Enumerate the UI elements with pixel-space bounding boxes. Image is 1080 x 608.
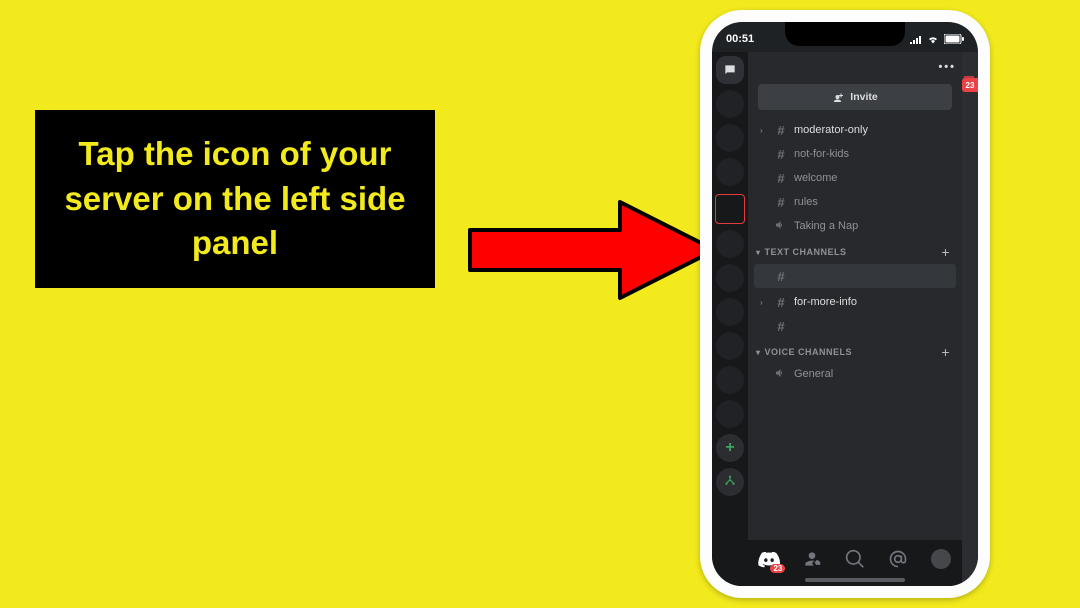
channel-taking-a-nap[interactable]: Taking a Nap	[754, 214, 956, 238]
channel-panel: ••• Invite › # moderator-only # not	[748, 52, 962, 586]
channel-blank[interactable]: #	[754, 314, 956, 338]
student-hub-button[interactable]	[716, 468, 744, 496]
phone-notch	[785, 22, 905, 46]
tab-mentions[interactable]	[884, 545, 912, 573]
chat-bubble-icon	[723, 63, 737, 77]
server-avatar-highlighted[interactable]	[715, 194, 745, 224]
category-label: TEXT CHANNELS	[765, 247, 847, 257]
hash-icon: #	[774, 171, 788, 186]
channel-label: welcome	[794, 172, 837, 184]
server-avatar[interactable]	[716, 366, 744, 394]
chevron-right-icon: ›	[760, 298, 768, 307]
channel-label: rules	[794, 196, 818, 208]
server-rail: +	[712, 52, 748, 586]
clock: 00:51	[726, 33, 754, 45]
phone-frame: 00:51	[700, 10, 990, 598]
hash-icon: #	[774, 295, 788, 310]
mention-count-badge[interactable]: 23	[962, 78, 978, 92]
friends-icon	[802, 549, 822, 569]
status-indicators	[910, 34, 964, 44]
server-avatar[interactable]	[716, 230, 744, 258]
instruction-text: Tap the icon of your server on the left …	[35, 110, 435, 288]
signal-icon	[910, 35, 922, 44]
bottom-tab-bar: 23	[748, 540, 962, 586]
server-avatar[interactable]	[716, 264, 744, 292]
tab-search[interactable]	[841, 545, 869, 573]
server-avatar[interactable]	[716, 332, 744, 360]
channel-not-for-kids[interactable]: # not-for-kids	[754, 142, 956, 166]
channel-label: moderator-only	[794, 124, 868, 136]
channel-rules[interactable]: # rules	[754, 190, 956, 214]
hash-icon: #	[774, 147, 788, 162]
server-avatar[interactable]	[716, 158, 744, 186]
speaker-icon	[774, 219, 788, 234]
right-sliver-panel: 23	[962, 52, 978, 586]
hub-icon	[723, 475, 737, 489]
invite-label: Invite	[850, 91, 877, 103]
add-server-button[interactable]: +	[716, 434, 744, 462]
at-icon	[888, 549, 908, 569]
server-menu-button[interactable]: •••	[938, 61, 956, 73]
add-channel-button[interactable]: +	[941, 244, 950, 260]
channel-moderator-only[interactable]: › # moderator-only	[754, 118, 956, 142]
channel-blank-selected[interactable]: #	[754, 264, 956, 288]
tab-home[interactable]: 23	[755, 545, 783, 573]
channel-label: General	[794, 368, 833, 380]
channel-label: Taking a Nap	[794, 220, 858, 232]
server-avatar[interactable]	[716, 90, 744, 118]
home-indicator	[805, 578, 905, 582]
server-avatar[interactable]	[716, 124, 744, 152]
voice-channel-general[interactable]: General	[754, 362, 956, 386]
speaker-icon	[774, 367, 788, 382]
dm-home-button[interactable]	[716, 56, 744, 84]
battery-icon	[944, 34, 964, 44]
chevron-down-icon: ▾	[756, 248, 761, 257]
hash-icon: #	[774, 195, 788, 210]
category-text-channels[interactable]: ▾ TEXT CHANNELS +	[754, 238, 956, 262]
wifi-icon	[926, 35, 940, 44]
phone-screen: 00:51	[712, 22, 978, 586]
category-label: VOICE CHANNELS	[765, 347, 853, 357]
invite-icon	[832, 91, 844, 103]
search-icon	[845, 549, 865, 569]
chevron-right-icon: ›	[760, 126, 768, 135]
tab-profile[interactable]	[927, 545, 955, 573]
notification-badge: 23	[770, 564, 785, 573]
channel-for-more-info[interactable]: › # for-more-info	[754, 290, 956, 314]
hash-icon: #	[774, 123, 788, 138]
add-channel-button[interactable]: +	[941, 344, 950, 360]
server-avatar[interactable]	[716, 400, 744, 428]
category-voice-channels[interactable]: ▾ VOICE CHANNELS +	[754, 338, 956, 362]
channel-label: not-for-kids	[794, 148, 849, 160]
chevron-down-icon: ▾	[756, 348, 761, 357]
server-avatar[interactable]	[716, 298, 744, 326]
hash-icon: #	[774, 269, 788, 284]
pointer-arrow	[460, 190, 720, 310]
channel-list[interactable]: › # moderator-only # not-for-kids # welc…	[754, 118, 956, 586]
hash-icon: #	[774, 319, 788, 334]
channel-label: for-more-info	[794, 296, 857, 308]
invite-button[interactable]: Invite	[758, 84, 952, 110]
avatar-icon	[931, 549, 951, 569]
tab-friends[interactable]	[798, 545, 826, 573]
channel-welcome[interactable]: # welcome	[754, 166, 956, 190]
